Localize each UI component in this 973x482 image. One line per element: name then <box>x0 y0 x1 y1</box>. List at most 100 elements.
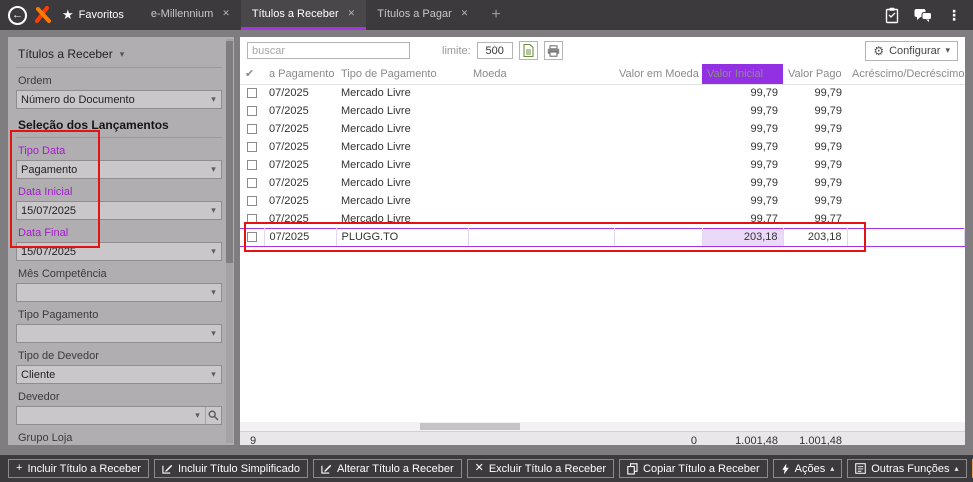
results-toolbar: limite: ⚙ Configurar ▾ <box>240 37 965 64</box>
dropdown-value <box>17 410 190 421</box>
edit-icon <box>321 463 332 474</box>
chevron-down-icon: ▾ <box>211 94 216 104</box>
column-header-data-pagamento[interactable]: a Pagamento <box>264 64 336 85</box>
table-cell: 07/2025 <box>269 105 309 117</box>
configure-button[interactable]: ⚙ Configurar ▾ <box>865 40 958 61</box>
row-checkbox[interactable] <box>247 124 257 135</box>
devedor-dropdown[interactable]: ▾ <box>16 406 222 425</box>
table-row[interactable]: 07/2025 Mercado Livre 99,79 99,79 <box>240 138 965 156</box>
table-cell: Mercado Livre <box>341 123 411 135</box>
field-mes-competencia: Mês Competência ▾ <box>16 268 222 302</box>
ordem-dropdown[interactable]: Número do Documento ▾ <box>16 90 222 109</box>
tipo-data-dropdown[interactable]: Pagamento ▾ <box>16 160 222 179</box>
back-button[interactable]: ← <box>8 5 27 25</box>
print-button[interactable] <box>543 41 563 60</box>
row-checkbox[interactable] <box>247 160 257 171</box>
close-icon[interactable]: ✕ <box>222 8 230 19</box>
table-row[interactable]: 07/2025 Mercado Livre 99,79 99,79 <box>240 102 965 120</box>
table-cell: 07/2025 <box>269 212 309 225</box>
column-header-valor-em-moeda[interactable]: Valor em Moeda <box>614 64 702 85</box>
row-checkbox[interactable] <box>247 178 257 189</box>
chat-icon[interactable] <box>914 8 932 23</box>
search-icon[interactable] <box>205 407 221 424</box>
table-cell: 99,79 <box>750 87 778 100</box>
outras-funcoes-button[interactable]: Outras Funções ▴ <box>847 459 967 478</box>
tab-e-millennium[interactable]: e-Millennium ✕ <box>140 0 241 30</box>
acoes-button[interactable]: Ações ▴ <box>772 459 843 478</box>
table-cell: 99,79 <box>814 87 842 100</box>
table-body: 07/2025 Mercado Livre 99,79 99,79 07/2025 Mer… <box>240 84 965 247</box>
kebab-menu-icon[interactable]: ⋮ <box>947 7 961 24</box>
table-cell: 99,77 <box>814 212 842 225</box>
table-row[interactable]: 07/2025 Mercado Livre 99,79 99,79 <box>240 156 965 174</box>
field-label-ordem: Ordem <box>18 75 52 87</box>
row-checkbox[interactable] <box>247 196 257 207</box>
row-checkbox[interactable] <box>247 213 257 224</box>
table-row[interactable]: 07/2025 Mercado Livre 99,79 99,79 <box>240 120 965 138</box>
tipo-devedor-dropdown[interactable]: Cliente ▾ <box>16 365 222 384</box>
table-row[interactable]: 07/2025 Mercado Livre 99,77 99,77 <box>240 210 965 228</box>
table-row[interactable]: 07/2025 Mercado Livre 99,79 99,79 <box>240 192 965 210</box>
close-icon[interactable]: ✕ <box>348 8 356 19</box>
millennium-logo-icon <box>34 6 52 24</box>
favorites-button[interactable]: ★ Favoritos <box>62 7 124 23</box>
sidebar-scrollbar[interactable] <box>226 39 233 443</box>
tab-titulos-a-pagar[interactable]: Títulos a Pagar ✕ <box>366 0 479 30</box>
data-inicial-dropdown[interactable]: 15/07/2025 ▾ <box>16 201 222 220</box>
scrollbar-thumb[interactable] <box>420 423 520 430</box>
button-label: Excluir Título a Receber <box>488 462 607 475</box>
mes-competencia-dropdown[interactable]: ▾ <box>16 283 222 302</box>
row-checkbox[interactable] <box>247 142 257 153</box>
data-final-dropdown[interactable]: 15/07/2025 ▾ <box>16 242 222 261</box>
incluir-titulo-simplificado-button[interactable]: Incluir Título Simplificado <box>153 459 309 478</box>
column-header-tipo-pagamento[interactable]: Tipo de Pagamento <box>336 64 468 85</box>
dropdown-value: Cliente <box>21 368 56 381</box>
table-cell: 99,79 <box>750 195 778 207</box>
column-header-valor-inicial[interactable]: Valor Inicial <box>702 64 783 85</box>
tab-label: Títulos a Receber <box>251 7 339 20</box>
table-cell: 99,79 <box>814 159 842 171</box>
table-cell <box>468 227 615 247</box>
table-row[interactable]: 07/2025 PLUGG.TO 203,18 203,18 <box>240 227 965 247</box>
row-checkbox-cell <box>240 210 264 228</box>
select-all-header[interactable]: ✔ <box>240 64 264 85</box>
table-row[interactable]: 07/2025 Mercado Livre 99,79 99,79 <box>240 84 965 102</box>
table-cell <box>468 192 614 210</box>
chevron-down-icon: ▾ <box>119 48 125 59</box>
excluir-titulo-button[interactable]: ✕ Excluir Título a Receber <box>466 459 615 478</box>
tipo-pagamento-dropdown[interactable]: ▾ <box>16 324 222 343</box>
tab-titulos-a-receber[interactable]: Títulos a Receber ✕ <box>240 0 367 30</box>
row-checkbox[interactable] <box>247 88 257 99</box>
table-cell: 07/2025 <box>264 227 337 247</box>
clipboard-icon[interactable] <box>885 7 899 24</box>
table-cell: 07/2025 <box>269 123 309 135</box>
row-checkbox[interactable] <box>246 232 257 243</box>
alterar-titulo-button[interactable]: Alterar Título a Receber <box>313 459 462 478</box>
plus-icon: + <box>16 462 23 474</box>
dropdown-value: Pagamento <box>21 163 78 176</box>
close-icon[interactable]: ✕ <box>461 8 469 19</box>
table-cell <box>614 156 702 174</box>
new-tab-button[interactable]: + <box>491 6 500 24</box>
chevron-down-icon: ▾ <box>211 287 216 297</box>
row-checkbox[interactable] <box>247 106 257 117</box>
button-label: Alterar Título a Receber <box>337 462 454 475</box>
export-button[interactable] <box>518 41 538 60</box>
scrollbar-thumb[interactable] <box>226 41 233 264</box>
table-cell: Mercado Livre <box>341 87 411 100</box>
field-tipo-devedor: Tipo de Devedor Cliente ▾ <box>16 350 222 384</box>
limit-input[interactable] <box>476 42 513 59</box>
copiar-titulo-button[interactable]: Copiar Título a Receber <box>619 459 768 478</box>
column-header-acrescimo-decrescimo[interactable]: Acréscimo/Decréscimo <box>847 64 965 85</box>
column-header-valor-pago[interactable]: Valor Pago <box>783 64 847 85</box>
table-header-row: ✔ a Pagamento Tipo de Pagamento Moeda Va… <box>240 64 965 85</box>
topbar-right-icons: ⋮ <box>885 7 961 24</box>
incluir-titulo-button[interactable]: + Incluir Título a Receber <box>8 459 149 478</box>
table-cell: 99,79 <box>814 105 842 117</box>
sidebar-title[interactable]: Títulos a Receber ▾ <box>16 45 222 68</box>
search-input[interactable] <box>247 42 410 59</box>
table-row[interactable]: 07/2025 Mercado Livre 99,79 99,79 <box>240 174 965 192</box>
column-header-moeda[interactable]: Moeda <box>468 64 614 85</box>
table-cell <box>614 138 702 156</box>
horizontal-scrollbar[interactable] <box>240 422 965 431</box>
